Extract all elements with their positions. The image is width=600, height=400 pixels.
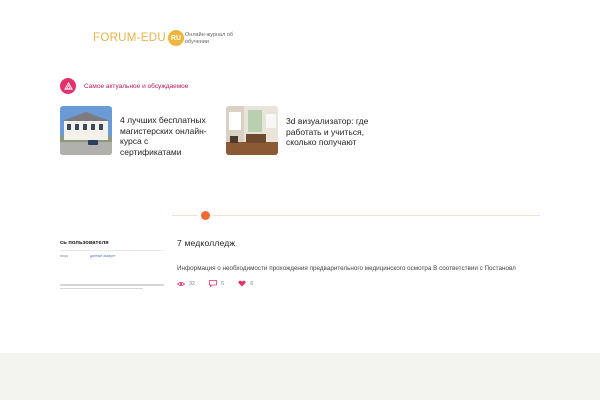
post-title[interactable]: 7 медколледж xyxy=(177,238,235,248)
thumbnail-text-lines xyxy=(60,284,164,291)
thumbnail-link: данные аккаунт xyxy=(90,254,116,258)
post-excerpt: Информация о необходимости прохождения п… xyxy=(177,265,516,272)
article-card-title[interactable]: 4 лучших бесплатных магистерских онлайн-… xyxy=(120,115,210,157)
interior-photo[interactable] xyxy=(226,106,278,155)
article-card[interactable]: 3d визуализатор: где работать и учиться,… xyxy=(226,106,374,155)
post-thumbnail[interactable]: сь пользователя вход данные аккаунт xyxy=(60,237,164,293)
likes-stat[interactable]: 6 xyxy=(238,280,253,287)
article-card[interactable]: 4 лучших бесплатных магистерских онлайн-… xyxy=(60,106,210,157)
article-card-title[interactable]: 3d визуализатор: где работать и учиться,… xyxy=(286,116,374,155)
divider-dot xyxy=(201,211,210,220)
site-logo[interactable]: FORUM-EDU RU xyxy=(93,30,184,46)
footer xyxy=(0,353,600,400)
thumbnail-divider xyxy=(60,250,164,251)
views-count: 32 xyxy=(189,280,196,287)
logo-badge: RU xyxy=(167,30,184,46)
eye-icon xyxy=(177,281,185,286)
section-header: Самое актуальное и обсуждаемое xyxy=(60,78,188,94)
site-tagline: Онлайн-журнал об обучении xyxy=(185,32,234,45)
heart-icon xyxy=(238,280,246,287)
building-photo[interactable] xyxy=(60,106,112,155)
post-stats: 32 6 6 xyxy=(177,280,267,287)
flame-icon xyxy=(60,78,76,94)
comments-count: 6 xyxy=(221,280,225,287)
views-stat: 32 xyxy=(177,281,195,287)
comments-stat[interactable]: 6 xyxy=(209,280,224,287)
thumbnail-heading: сь пользователя xyxy=(60,240,109,246)
likes-count: 6 xyxy=(250,280,254,287)
thumbnail-label: вход xyxy=(60,254,68,258)
comment-icon xyxy=(209,280,218,287)
divider-line xyxy=(172,215,198,216)
logo-text: FORUM-EDU xyxy=(93,32,166,44)
section-title: Самое актуальное и обсуждаемое xyxy=(84,82,189,90)
divider-line xyxy=(212,215,540,216)
